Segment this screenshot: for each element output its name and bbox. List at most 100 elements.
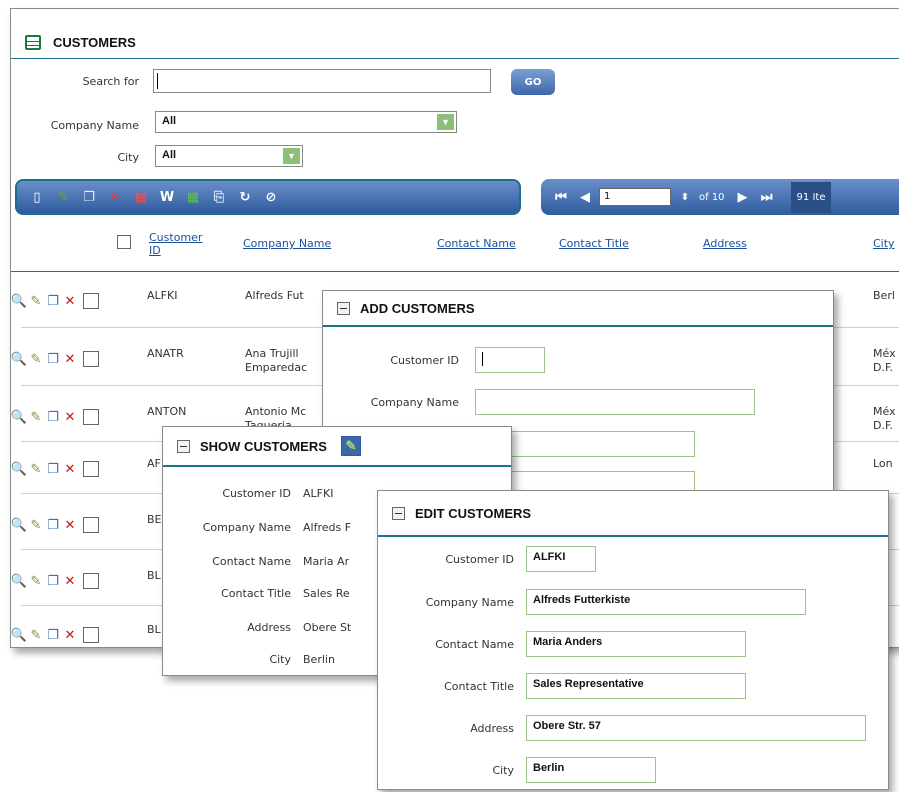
edit-icon[interactable]: ✎ (53, 187, 73, 207)
edit-panel-title: EDIT CUSTOMERS (415, 505, 532, 521)
edit-icon[interactable]: ✎ (340, 436, 361, 456)
page-of-label: of 10 (699, 191, 725, 203)
add-company-name-label: Company Name (370, 396, 459, 409)
row-checkbox[interactable] (83, 573, 99, 589)
company-filter-value: All (162, 115, 177, 127)
row-company-name: Alfreds Fut (245, 289, 304, 302)
new-icon[interactable]: ▯ (27, 187, 47, 207)
clear-filter-icon[interactable]: ⊘ (261, 187, 281, 207)
add-panel-title: ADD CUSTOMERS (360, 300, 475, 316)
table-row[interactable]: 🔍 ✎ ❐ ✕ (11, 351, 99, 367)
text-cursor (482, 352, 483, 366)
delete-icon[interactable]: ✕ (62, 293, 78, 309)
delete-icon[interactable]: ✕ (62, 351, 78, 367)
view-icon[interactable]: 🔍 (11, 409, 27, 425)
view-icon[interactable]: 🔍 (11, 627, 27, 643)
search-label: Search for (82, 75, 139, 88)
table-row[interactable]: 🔍 ✎ ❐ ✕ (11, 461, 99, 477)
row-checkbox[interactable] (83, 293, 99, 309)
col-customer-id[interactable]: Customer ID (149, 231, 209, 257)
delete-icon[interactable]: ✕ (62, 627, 78, 643)
table-row[interactable]: 🔍 ✎ ❐ ✕ (11, 517, 99, 533)
prev-page-icon[interactable]: ◀ (575, 187, 595, 207)
collapse-icon[interactable] (392, 506, 405, 520)
copy-icon[interactable]: ❐ (45, 293, 61, 309)
delete-icon[interactable]: ✕ (62, 409, 78, 425)
col-contact-title[interactable]: Contact Title (559, 237, 629, 250)
edit-contact-title-input[interactable]: Sales Representative (526, 673, 746, 699)
edit-icon[interactable]: ✎ (28, 409, 44, 425)
edit-icon[interactable]: ✎ (28, 627, 44, 643)
toolbar: ▯ ✎ ❐ ✕ ▤ W ▦ ⎘ ↻ ⊘ (15, 179, 521, 215)
col-contact-name[interactable]: Contact Name (437, 237, 516, 250)
show-company-name-value: Alfreds F (303, 521, 352, 534)
collapse-icon[interactable] (337, 301, 350, 315)
copy-icon[interactable]: ❐ (45, 461, 61, 477)
select-all-checkbox[interactable] (117, 235, 131, 249)
last-page-icon[interactable]: ⏭ (757, 187, 777, 207)
copy-icon[interactable]: ❐ (45, 351, 61, 367)
edit-icon[interactable]: ✎ (28, 293, 44, 309)
delete-icon[interactable]: ✕ (62, 461, 78, 477)
edit-contact-name-input[interactable]: Maria Anders (526, 631, 746, 657)
edit-company-name-input[interactable]: Alfreds Futterkiste (526, 589, 806, 615)
view-icon[interactable]: 🔍 (11, 573, 27, 589)
row-checkbox[interactable] (83, 409, 99, 425)
edit-customer-id-input[interactable]: ALFKI (526, 546, 596, 572)
city-filter-label: City (117, 151, 139, 164)
next-page-icon[interactable]: ▶ (733, 187, 753, 207)
go-button[interactable]: GO (511, 69, 555, 95)
row-checkbox[interactable] (83, 461, 99, 477)
col-company-name[interactable]: Company Name (243, 237, 331, 250)
view-icon[interactable]: 🔍 (11, 461, 27, 477)
row-checkbox[interactable] (83, 627, 99, 643)
delete-icon[interactable]: ✕ (105, 187, 125, 207)
view-icon[interactable]: 🔍 (11, 293, 27, 309)
show-customer-id-label: Customer ID (222, 487, 291, 500)
col-city[interactable]: City (873, 237, 895, 250)
copy-icon[interactable]: ❐ (45, 627, 61, 643)
search-input[interactable] (153, 69, 491, 93)
row-customer-id: BL (147, 569, 161, 582)
pdf-icon[interactable]: ▤ (131, 187, 151, 207)
copy-icon[interactable]: ❐ (79, 187, 99, 207)
add-customer-id-input[interactable] (475, 347, 545, 373)
col-address[interactable]: Address (703, 237, 747, 250)
delete-icon[interactable]: ✕ (62, 573, 78, 589)
header-divider (11, 271, 899, 272)
row-customer-id: ANATR (147, 347, 184, 360)
table-row[interactable]: 🔍 ✎ ❐ ✕ (11, 409, 99, 425)
table-row[interactable]: 🔍 ✎ ❐ ✕ (11, 293, 99, 309)
copy-icon[interactable]: ❐ (45, 409, 61, 425)
copy-icon[interactable]: ❐ (45, 517, 61, 533)
view-icon[interactable]: 🔍 (11, 517, 27, 533)
copy-icon[interactable]: ❐ (45, 573, 61, 589)
delete-icon[interactable]: ✕ (62, 517, 78, 533)
row-checkbox[interactable] (83, 517, 99, 533)
edit-address-input[interactable]: Obere Str. 57 (526, 715, 866, 741)
word-icon[interactable]: W (157, 187, 177, 207)
refresh-icon[interactable]: ↻ (235, 187, 255, 207)
import-icon[interactable]: ⎘ (209, 187, 229, 207)
page-spinner-icon[interactable]: ⬍ (675, 187, 695, 207)
row-checkbox[interactable] (83, 351, 99, 367)
edit-icon[interactable]: ✎ (28, 461, 44, 477)
table-row[interactable]: 🔍 ✎ ❐ ✕ (11, 573, 99, 589)
edit-icon[interactable]: ✎ (28, 517, 44, 533)
company-filter-select[interactable]: All ▼ (155, 111, 457, 133)
row-city: Méx D.F. (873, 405, 896, 432)
city-filter-select[interactable]: All ▼ (155, 145, 303, 167)
table-row[interactable]: 🔍 ✎ ❐ ✕ (11, 627, 99, 643)
excel-icon[interactable]: ▦ (183, 187, 203, 207)
page-input[interactable]: 1 (599, 188, 671, 206)
edit-icon[interactable]: ✎ (28, 351, 44, 367)
edit-icon[interactable]: ✎ (28, 573, 44, 589)
view-icon[interactable]: 🔍 (11, 351, 27, 367)
add-company-name-input[interactable] (475, 389, 755, 415)
first-page-icon[interactable]: ⏮ (551, 187, 571, 207)
collapse-icon[interactable] (177, 439, 190, 453)
show-contact-name-value: Maria Ar (303, 555, 350, 568)
edit-city-input[interactable]: Berlin (526, 757, 656, 783)
edit-address-label: Address (470, 721, 514, 735)
edit-address-value: Obere Str. 57 (533, 720, 601, 732)
